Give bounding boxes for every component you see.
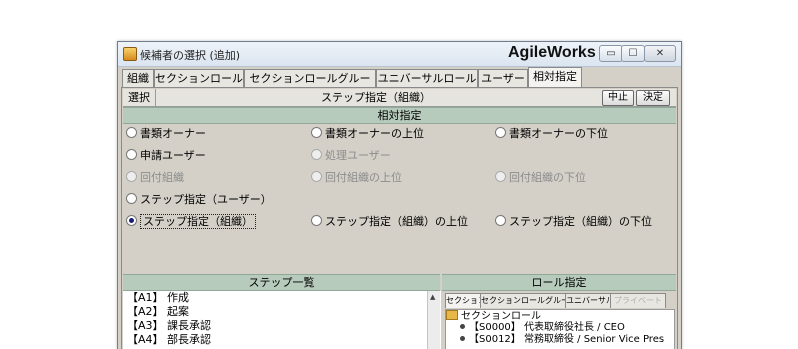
step-list: 【A1】 作成 【A2】 起案 【A3】 課長承認 【A4】 部長承認	[123, 291, 441, 349]
relative-header: 相対指定	[123, 107, 676, 124]
radio-document-owner-lower[interactable]: 書類オーナーの下位	[495, 126, 608, 142]
window-title: 候補者の選択 (追加)	[140, 49, 241, 62]
role-header: ロール指定	[442, 274, 676, 291]
app-icon	[123, 47, 137, 61]
radio-step-org-upper[interactable]: ステップ指定（組織）の上位	[311, 214, 468, 230]
role-panel: セクション セクションロールグループ ユニバーサル プライベート セクションロー…	[442, 291, 677, 349]
radio-circle-icon	[311, 215, 322, 226]
tree-item[interactable]: 【S0012】 常務取締役 / Senior Vice Pres	[446, 334, 674, 346]
tab-section-role-group[interactable]: セクションロールグループ	[244, 69, 376, 102]
radio-step-org[interactable]: ステップ指定（組織）	[126, 214, 256, 230]
radio-circle-icon	[126, 127, 137, 138]
radio-step-user[interactable]: ステップ指定（ユーザー）	[126, 192, 272, 208]
role-tree: セクションロール 【S0000】 代表取締役社長 / CEO 【S0012】 常…	[445, 309, 675, 349]
scroll-up-arrow-icon[interactable]: ▲	[430, 293, 435, 301]
role-tab-universal[interactable]: ユニバーサル	[565, 293, 611, 308]
role-tab-section-role-group[interactable]: セクションロールグループ	[480, 293, 566, 308]
radio-circle-icon	[126, 193, 137, 204]
radio-document-owner-upper[interactable]: 書類オーナーの上位	[311, 126, 424, 142]
tree-root[interactable]: セクションロール	[446, 310, 674, 322]
brand-logo-text: AgileWorks	[508, 44, 596, 61]
tab-universal-role[interactable]: ユニバーサルロール	[376, 69, 478, 87]
relative-panel: 選択 ステップ指定（組織） 中止 決定 相対指定 書類オーナー 書類オーナーの上…	[121, 87, 678, 349]
confirm-button[interactable]: 決定	[636, 90, 670, 106]
list-item[interactable]: 【A2】 起案	[123, 305, 441, 319]
radio-routing-org-upper[interactable]: 回付組織の上位	[311, 170, 402, 186]
title-bar[interactable]: 候補者の選択 (追加) AgileWorks ▭ ☐ ✕	[118, 42, 681, 67]
radio-circle-icon	[495, 215, 506, 226]
select-label: 選択	[123, 89, 156, 106]
radio-routing-org-lower[interactable]: 回付組織の下位	[495, 170, 586, 186]
radio-applicant-user[interactable]: 申請ユーザー	[126, 148, 206, 164]
radio-circle-icon	[311, 171, 322, 182]
cancel-button[interactable]: 中止	[602, 90, 634, 106]
radio-step-org-lower[interactable]: ステップ指定（組織）の下位	[495, 214, 652, 230]
tab-section-role[interactable]: セクションロール	[154, 69, 244, 87]
tab-organization[interactable]: 組織	[122, 69, 154, 87]
radio-routing-org[interactable]: 回付組織	[126, 170, 184, 186]
radio-circle-icon	[126, 149, 137, 160]
list-item[interactable]: 【A3】 課長承認	[123, 319, 441, 333]
bullet-icon	[460, 336, 465, 341]
radio-circle-icon	[311, 149, 322, 160]
radio-selected-icon	[126, 215, 137, 226]
radio-circle-icon	[311, 127, 322, 138]
step-list-header: ステップ一覧	[123, 274, 440, 291]
close-button[interactable]: ✕	[644, 45, 676, 62]
radio-processing-user[interactable]: 処理ユーザー	[311, 148, 391, 164]
tab-relative[interactable]: 相対指定	[528, 67, 582, 88]
radio-circle-icon	[495, 127, 506, 138]
role-tab-private[interactable]: プライベート	[610, 293, 666, 308]
dialog-window: 候補者の選択 (追加) AgileWorks ▭ ☐ ✕ 組織 セクションロール…	[117, 41, 682, 349]
bullet-icon	[460, 324, 465, 329]
radio-circle-icon	[126, 171, 137, 182]
minimize-button[interactable]: ▭	[599, 45, 623, 62]
tree-item[interactable]: 【S0000】 代表取締役社長 / CEO	[446, 322, 674, 334]
list-item[interactable]: 【A1】 作成	[123, 291, 441, 305]
selection-bar: 選択 ステップ指定（組織） 中止 決定	[123, 89, 676, 107]
step-list-scrollbar[interactable]: ▲	[427, 291, 440, 349]
folder-icon	[446, 310, 458, 320]
selection-display: ステップ指定（組織）	[321, 91, 431, 104]
radio-circle-icon	[495, 171, 506, 182]
tab-user[interactable]: ユーザー	[478, 69, 528, 87]
role-tab-section[interactable]: セクション	[445, 293, 481, 308]
list-item[interactable]: 【A4】 部長承認	[123, 333, 441, 347]
maximize-button[interactable]: ☐	[621, 45, 645, 62]
radio-document-owner[interactable]: 書類オーナー	[126, 126, 206, 142]
